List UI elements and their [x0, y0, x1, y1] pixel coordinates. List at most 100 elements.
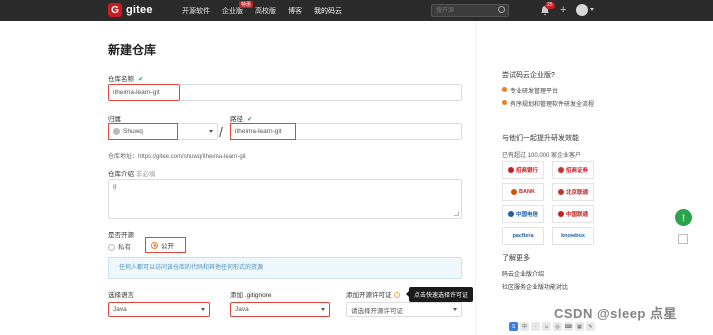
license-label-text: 添加开源许可证: [346, 292, 392, 299]
language-select[interactable]: Java: [108, 302, 210, 317]
client-logo: knowbox: [552, 227, 594, 245]
learn-more-title: 了解更多: [502, 255, 530, 262]
radio-public[interactable]: 公开: [145, 237, 186, 253]
owner-label: 归属: [108, 116, 121, 123]
join-title: 与他们一起提升研发效能: [502, 135, 579, 142]
radio-private[interactable]: 私有: [108, 241, 131, 251]
resize-handle-icon[interactable]: [454, 211, 459, 216]
repo-url-hint: 仓库地址：https://gitee.com/shuwq/itheima-lea…: [108, 154, 246, 160]
license-label: 添加开源许可证: [346, 289, 400, 299]
repo-name-input[interactable]: itheima-learn-git: [108, 84, 180, 101]
client-logo: 招商银行: [502, 161, 544, 179]
learn-link[interactable]: 社区服务企业版功能对比: [502, 282, 568, 291]
nav-enterprise[interactable]: 企业版 特惠: [222, 0, 253, 16]
chevron-down-icon[interactable]: [321, 308, 325, 311]
gitignore-label: 添加 .gitignore: [230, 292, 272, 299]
check-circle-icon: [502, 100, 507, 105]
gitee-logo[interactable]: G gitee: [108, 3, 153, 17]
license-select[interactable]: 请选择开源许可证: [346, 302, 462, 317]
intro-label: 仓库介绍 非必填: [108, 168, 155, 178]
client-logo-icon: [557, 167, 564, 173]
client-logo-icon: [507, 211, 514, 217]
client-logo: 北京联通: [552, 183, 594, 201]
client-logo-grid: 招商银行 招商证券 BANK 北京联通 中国电信 中国联通 pacfiera k…: [502, 161, 594, 245]
top-navbar: [0, 0, 713, 21]
client-logo-name: 北京联通: [565, 190, 588, 196]
path-label: 路径 ✔: [230, 113, 252, 123]
gitignore-select[interactable]: Java: [230, 302, 330, 317]
radio-private-label: 私有: [118, 244, 131, 251]
ime-keyboard-icon[interactable]: ⌨: [564, 322, 573, 331]
nav-my-gitee[interactable]: 我的码云: [314, 6, 342, 16]
ime-voice-icon[interactable]: ◎: [553, 322, 562, 331]
intro-value: g: [113, 184, 117, 190]
user-avatar[interactable]: [576, 4, 588, 16]
repo-name-input-extension[interactable]: [180, 84, 462, 101]
enterprise-item: 有序规划和管理软件研发全流程: [502, 99, 600, 108]
page-title: 新建仓库: [108, 43, 157, 57]
nav-university[interactable]: 高校版: [255, 6, 276, 16]
repo-name-label: 仓库名称 ✔: [108, 73, 143, 83]
column-divider: [475, 21, 476, 335]
intro-label-text: 仓库介绍: [108, 171, 134, 178]
visibility-info: 任何人都可以访问该仓库的代码和其他任何形式的资源: [108, 257, 462, 279]
client-logo-name: 招商证券: [565, 168, 588, 174]
client-logo-name: knowbox: [561, 233, 585, 239]
radio-private-icon: [108, 243, 115, 251]
learn-link[interactable]: 码云企业版介绍: [502, 269, 544, 278]
nav-opensource[interactable]: 开源软件: [182, 6, 210, 16]
client-logo-name: BANK: [519, 189, 535, 195]
client-logo-name: 中国电信: [515, 212, 538, 218]
join-subtitle: 已有超过 100,000 家企业客户: [502, 153, 582, 159]
client-logo: 招商证券: [552, 161, 594, 179]
path-label-text: 路径: [230, 116, 243, 123]
chevron-down-icon[interactable]: [209, 130, 213, 133]
client-logo-name: pacfiera: [512, 233, 534, 239]
edit-icon[interactable]: [678, 234, 688, 244]
owner-highlight: [108, 123, 178, 140]
enterprise-item-text: 专业研发管理平台: [510, 89, 559, 95]
client-logo: pacfiera: [502, 227, 544, 245]
gitee-logo-icon: G: [108, 3, 122, 17]
client-logo-icon: [557, 211, 564, 217]
slash-separator: /: [219, 124, 223, 140]
client-logo: 中国联通: [552, 205, 594, 223]
ime-grid-icon[interactable]: ▦: [575, 322, 584, 331]
chevron-down-icon[interactable]: [590, 8, 594, 11]
radio-public-label: 公开: [161, 243, 174, 250]
gitee-logo-text: gitee: [126, 4, 153, 16]
promo-badge: 特惠: [238, 0, 253, 8]
intro-textarea[interactable]: g: [108, 179, 462, 219]
intro-optional: 非必填: [135, 171, 156, 178]
help-icon[interactable]: [393, 292, 400, 299]
client-logo-icon: [507, 167, 514, 173]
radio-public-icon: [151, 241, 158, 249]
chevron-down-icon[interactable]: [453, 308, 457, 311]
client-logo-icon: [511, 189, 518, 195]
enterprise-item: 专业研发管理平台: [502, 86, 597, 95]
check-icon: ✔: [138, 76, 144, 83]
search-icon[interactable]: [498, 6, 505, 13]
client-logo-name: 招商银行: [515, 168, 538, 174]
client-logo-name: 中国联通: [565, 212, 588, 218]
path-highlight: [230, 123, 296, 140]
ime-chinese-icon[interactable]: 中: [520, 322, 529, 331]
chevron-down-icon[interactable]: [201, 308, 205, 311]
nav-enterprise-label: 企业版: [222, 7, 243, 15]
enterprise-title: 尝试码云企业版?: [502, 72, 555, 79]
plus-icon[interactable]: +: [560, 4, 566, 16]
client-logo: 中国电信: [502, 205, 544, 223]
client-logo-icon: [557, 189, 564, 195]
enterprise-item-text: 有序规划和管理软件研发全流程: [510, 102, 595, 108]
ime-logo-icon[interactable]: S: [509, 322, 518, 331]
nav-blog[interactable]: 博客: [288, 6, 302, 16]
repo-name-label-text: 仓库名称: [108, 76, 134, 83]
ime-toolbar: S 中 · ☺ ◎ ⌨ ▦ ✎: [509, 322, 595, 332]
ime-punctuation-icon[interactable]: ·: [531, 322, 540, 331]
ime-emoji-icon[interactable]: ☺: [542, 322, 551, 331]
feedback-button[interactable]: !: [675, 209, 692, 226]
main-nav: 开源软件 企业版 特惠 高校版 博客 我的码云: [182, 0, 342, 21]
license-tooltip: 点击快速选择许可证: [405, 287, 474, 302]
ime-handwrite-icon[interactable]: ✎: [586, 322, 595, 331]
notification-count-badge: 25: [545, 2, 555, 9]
